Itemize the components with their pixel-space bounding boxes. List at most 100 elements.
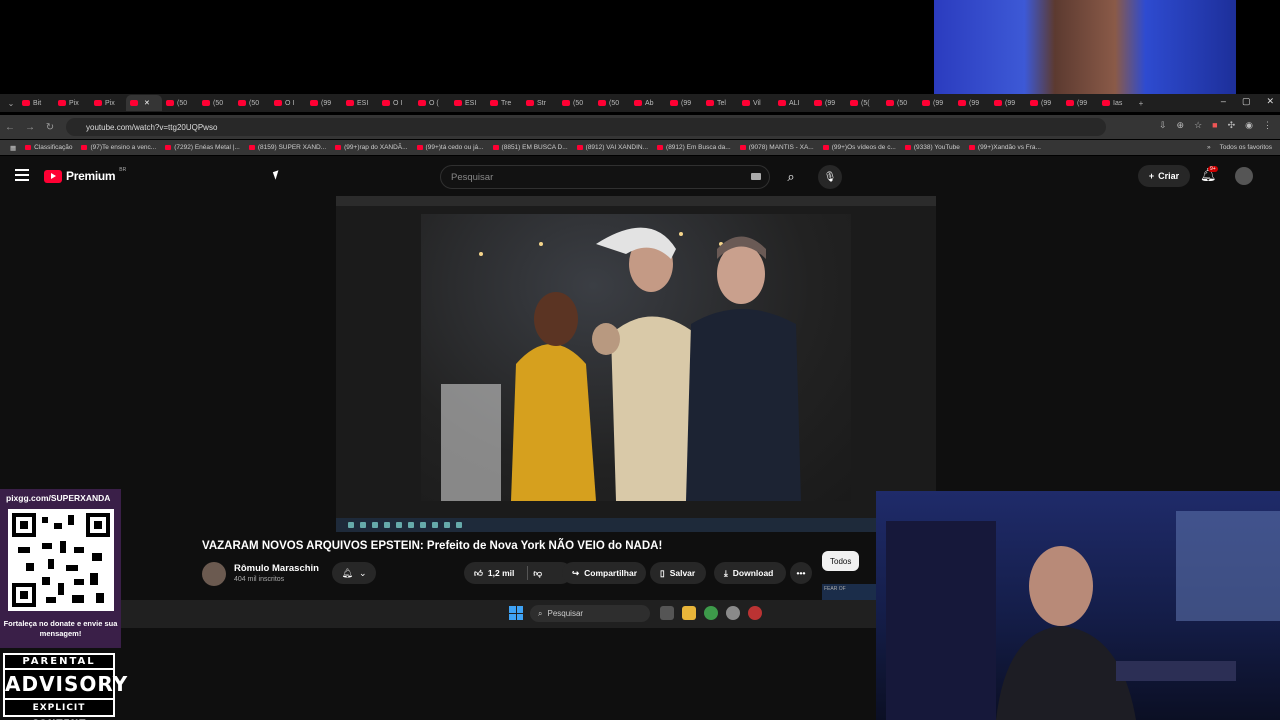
bookmark-item[interactable]: (99+)rap do XANDÃ...: [335, 144, 408, 151]
tab-favicon-icon: [274, 100, 282, 106]
thumbs-up-icon[interactable]: 👍︎: [474, 568, 483, 579]
menu-icon[interactable]: ⋮: [1263, 120, 1272, 131]
like-dislike-group: 👍︎ 1,2 mil 👎︎: [464, 562, 572, 584]
voice-search-button[interactable]: 🎙︎: [818, 165, 842, 189]
bookmark-item[interactable]: (8851) EM BUSCA D...: [492, 144, 568, 151]
youtube-logo[interactable]: Premium BR: [44, 167, 126, 183]
like-count[interactable]: 1,2 mil: [488, 568, 514, 578]
bookmark-item[interactable]: (8912) Em Busca da...: [657, 144, 731, 151]
browser-tab[interactable]: (99: [1062, 95, 1098, 111]
bookmarks-more-button[interactable]: »: [1207, 144, 1211, 151]
bookmark-item[interactable]: Classificação: [25, 144, 72, 151]
browser-tab[interactable]: O I: [378, 95, 414, 111]
windows-start-icon[interactable]: [509, 606, 523, 620]
browser-tab[interactable]: ALI: [774, 95, 810, 111]
tab-favicon-icon: [22, 100, 30, 106]
bookmark-item[interactable]: (9338) YouTube: [904, 144, 960, 151]
save-button[interactable]: ▯ Salvar: [650, 562, 706, 584]
more-actions-button[interactable]: •••: [790, 562, 812, 584]
avatar[interactable]: [1235, 167, 1253, 185]
browser-tab[interactable]: (99: [666, 95, 702, 111]
browser-tab[interactable]: (99: [1026, 95, 1062, 111]
browser-tab[interactable]: (99: [954, 95, 990, 111]
subscription-bell-button[interactable]: 🔔︎ ⌄: [332, 562, 376, 584]
tab-label: (99: [933, 99, 944, 107]
bookmark-item[interactable]: (99+)tá cedo ou já...: [416, 144, 484, 151]
tab-search-chevron-icon[interactable]: ⌄: [4, 99, 18, 108]
profile-icon[interactable]: ◉: [1245, 120, 1253, 131]
puzzle-icon[interactable]: ✣: [1228, 120, 1236, 131]
browser-tab[interactable]: O I: [270, 95, 306, 111]
os-search-label: Pesquisar: [547, 609, 584, 618]
extension-icon[interactable]: ■: [1212, 120, 1217, 131]
tab-favicon-icon: [562, 100, 570, 106]
bookmark-item[interactable]: (8159) SUPER XAND...: [248, 144, 326, 151]
chip-all[interactable]: Todos: [822, 551, 860, 571]
bookmark-item[interactable]: (7292) Enéas Metal |...: [165, 144, 240, 151]
browser-tab[interactable]: Pix: [54, 95, 90, 111]
browser-tab[interactable]: (50: [882, 95, 918, 111]
hamburger-menu-icon[interactable]: [15, 169, 29, 181]
browser-tab[interactable]: (50: [234, 95, 270, 111]
tab-favicon-icon: [202, 100, 210, 106]
url-field[interactable]: youtube.com/watch?v=ttg20UQPwso: [66, 118, 1106, 136]
file-explorer-icon[interactable]: [682, 606, 696, 620]
apps-icon[interactable]: ▦: [10, 144, 16, 152]
search-button[interactable]: ⌕: [776, 165, 806, 189]
browser-tab[interactable]: ✕: [126, 95, 162, 111]
share-button[interactable]: ↪ Compartilhar: [562, 562, 646, 584]
minimize-button[interactable]: –: [1221, 96, 1226, 107]
forward-icon[interactable]: →: [20, 122, 40, 133]
bookmark-item[interactable]: (99+)Xandão vs Fra...: [968, 144, 1041, 151]
new-tab-button[interactable]: +: [1134, 99, 1148, 108]
thumbs-down-icon[interactable]: 👎︎: [533, 568, 542, 579]
create-button[interactable]: + Criar: [1138, 165, 1190, 187]
browser-tab[interactable]: Vil: [738, 95, 774, 111]
task-view-icon[interactable]: [660, 606, 674, 620]
search-input[interactable]: Pesquisar: [440, 165, 770, 189]
browser-tab[interactable]: Ab: [630, 95, 666, 111]
pix-message: Fortaleça no donate e envie sua mensagem…: [3, 619, 118, 638]
browser-tab[interactable]: ESI: [450, 95, 486, 111]
bookmark-item[interactable]: (97)Te ensino a venc...: [81, 144, 156, 151]
download-button[interactable]: ⤓ Download: [714, 562, 786, 584]
browser-tab[interactable]: (99: [306, 95, 342, 111]
video-player[interactable]: [336, 196, 936, 532]
reload-icon[interactable]: ↻: [40, 122, 60, 133]
tab-label: O (: [429, 99, 439, 107]
browser-tab[interactable]: (99: [990, 95, 1026, 111]
zoom-icon[interactable]: ⊕: [1177, 120, 1185, 131]
install-icon[interactable]: ⇩: [1159, 120, 1167, 131]
keyboard-icon[interactable]: [751, 173, 761, 180]
browser-tab[interactable]: O (: [414, 95, 450, 111]
app-icon[interactable]: [748, 606, 762, 620]
browser-tab[interactable]: Tel: [702, 95, 738, 111]
channel-name[interactable]: Rômulo Maraschin: [234, 563, 319, 574]
browser-tab[interactable]: (50: [558, 95, 594, 111]
browser-tab[interactable]: (50: [162, 95, 198, 111]
browser-tab[interactable]: Tre: [486, 95, 522, 111]
browser-tab[interactable]: (5(: [846, 95, 882, 111]
browser-tab[interactable]: (99: [810, 95, 846, 111]
close-tab-icon[interactable]: ✕: [144, 99, 150, 107]
all-favorites-folder[interactable]: Todos os favoritos: [1220, 144, 1280, 151]
chrome-icon[interactable]: [704, 606, 718, 620]
os-search-box[interactable]: ⌕ Pesquisar: [530, 605, 650, 622]
browser-tab[interactable]: (50: [198, 95, 234, 111]
close-window-button[interactable]: ✕: [1266, 96, 1274, 107]
bookmark-item[interactable]: (8912) VAI XANDIN...: [576, 144, 648, 151]
maximize-button[interactable]: ▢: [1242, 96, 1251, 107]
browser-tab[interactable]: ESI: [342, 95, 378, 111]
browser-tab[interactable]: (99: [918, 95, 954, 111]
star-icon[interactable]: ☆: [1194, 120, 1202, 131]
bookmark-item[interactable]: (99+)Os vídeos de c...: [822, 144, 896, 151]
bookmark-item[interactable]: (9078) MANTIS - XA...: [739, 144, 814, 151]
channel-avatar[interactable]: [202, 562, 226, 586]
browser-tab[interactable]: Pix: [90, 95, 126, 111]
browser-tab[interactable]: Str: [522, 95, 558, 111]
browser-tab[interactable]: (50: [594, 95, 630, 111]
back-icon[interactable]: ←: [0, 122, 20, 133]
browser-tab[interactable]: Ias: [1098, 95, 1134, 111]
settings-icon[interactable]: [726, 606, 740, 620]
browser-tab[interactable]: Bit: [18, 95, 54, 111]
